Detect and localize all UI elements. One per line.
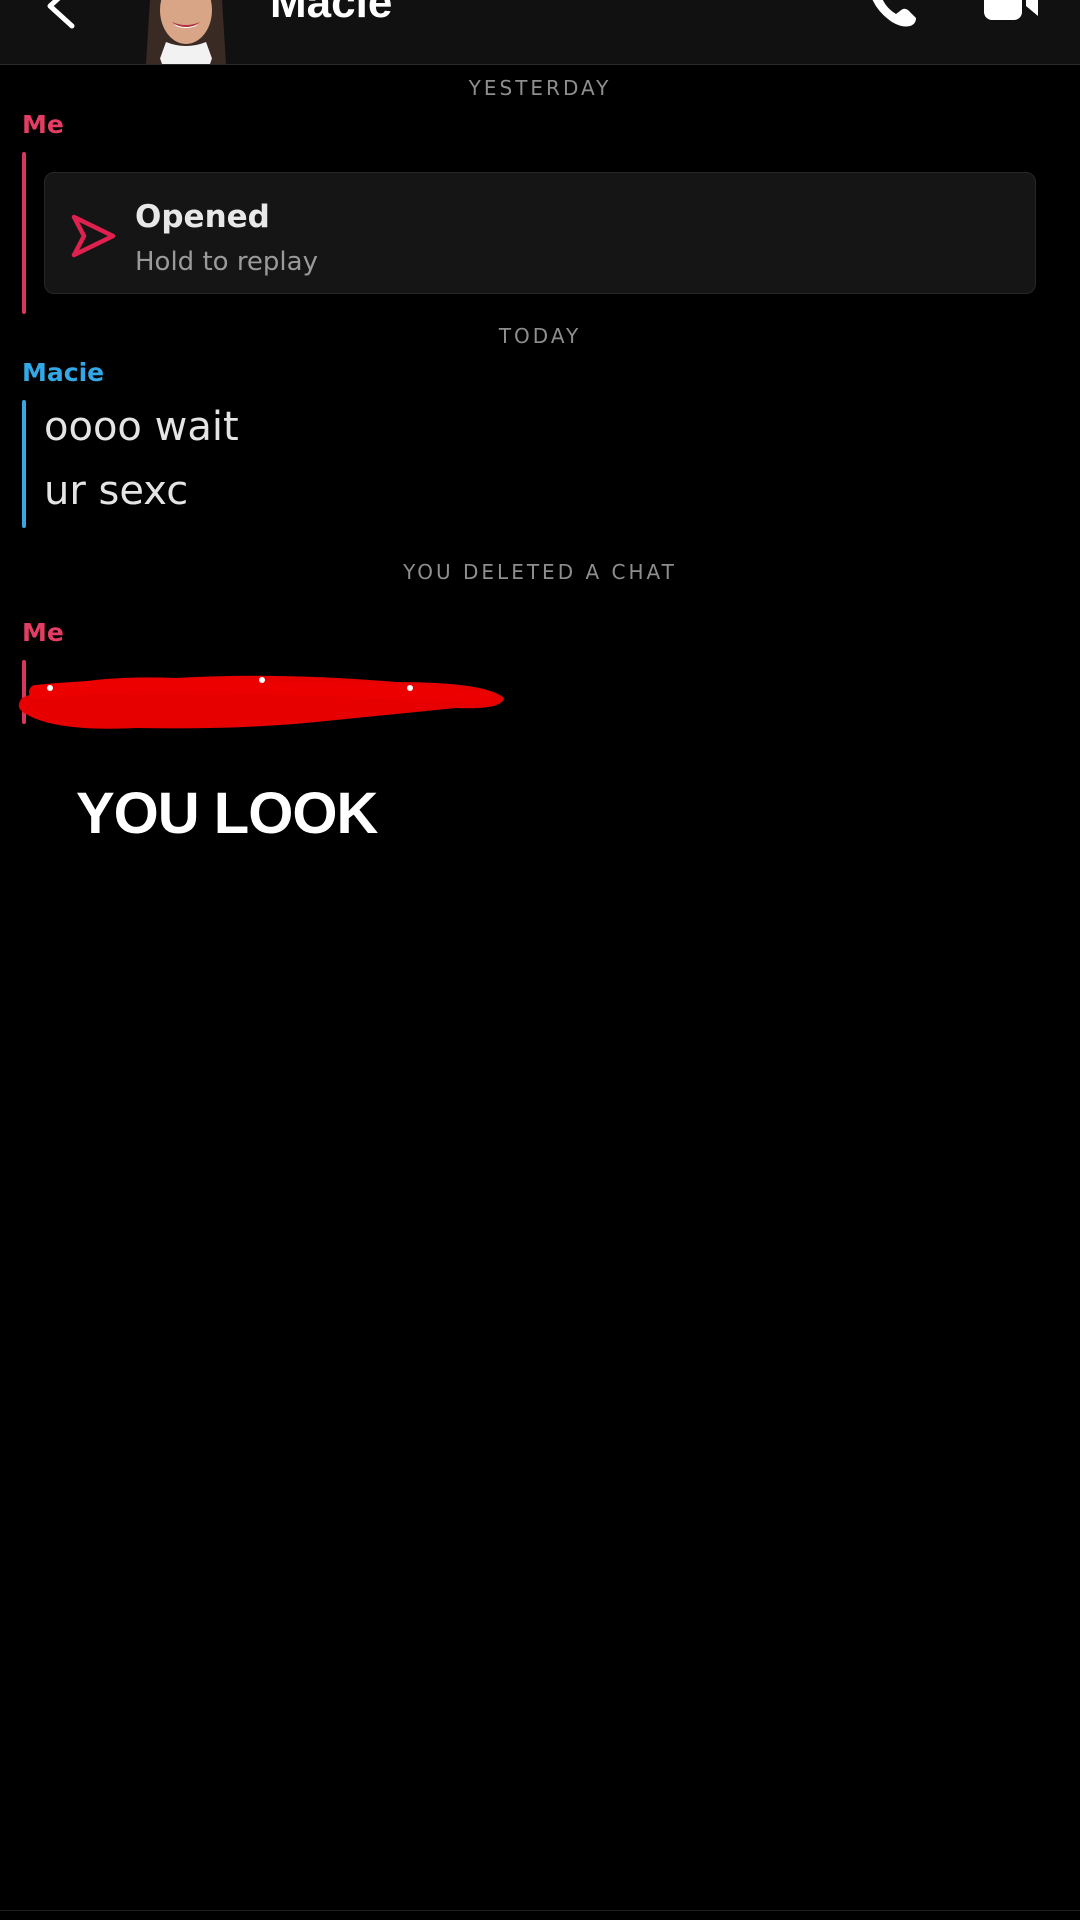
snap-hint: Hold to replay <box>135 247 318 277</box>
video-call-button[interactable] <box>982 0 1042 22</box>
video-camera-icon <box>984 0 1038 20</box>
snap-message[interactable]: Opened Hold to replay <box>44 172 1036 294</box>
chat-header: Macie <box>0 0 1080 65</box>
message-bar <box>22 400 26 528</box>
back-button[interactable] <box>40 0 90 30</box>
sender-label-me: Me <box>22 110 64 139</box>
chevron-left-icon <box>47 0 75 29</box>
contact-name[interactable]: Macie <box>270 0 392 28</box>
call-button[interactable] <box>866 0 920 30</box>
overlay-caption: YOU LOOK <box>76 781 378 846</box>
date-divider-today: TODAY <box>498 324 582 348</box>
divider <box>0 1910 1080 1911</box>
chat-message-text[interactable]: ur sexc <box>44 468 188 514</box>
sender-label-me: Me <box>22 618 64 647</box>
phone-icon <box>872 0 916 27</box>
avatar[interactable] <box>136 0 236 64</box>
deleted-chat-notice: YOU DELETED A CHAT <box>403 560 677 584</box>
message-bar <box>22 152 26 314</box>
sender-label-macie: Macie <box>22 358 105 387</box>
sent-arrow-icon <box>71 214 116 258</box>
chat-message-text[interactable]: oooo wait <box>44 404 239 450</box>
snap-status: Opened <box>135 199 270 235</box>
date-divider-yesterday: YESTERDAY <box>468 76 612 100</box>
redaction-scribble <box>16 668 506 734</box>
